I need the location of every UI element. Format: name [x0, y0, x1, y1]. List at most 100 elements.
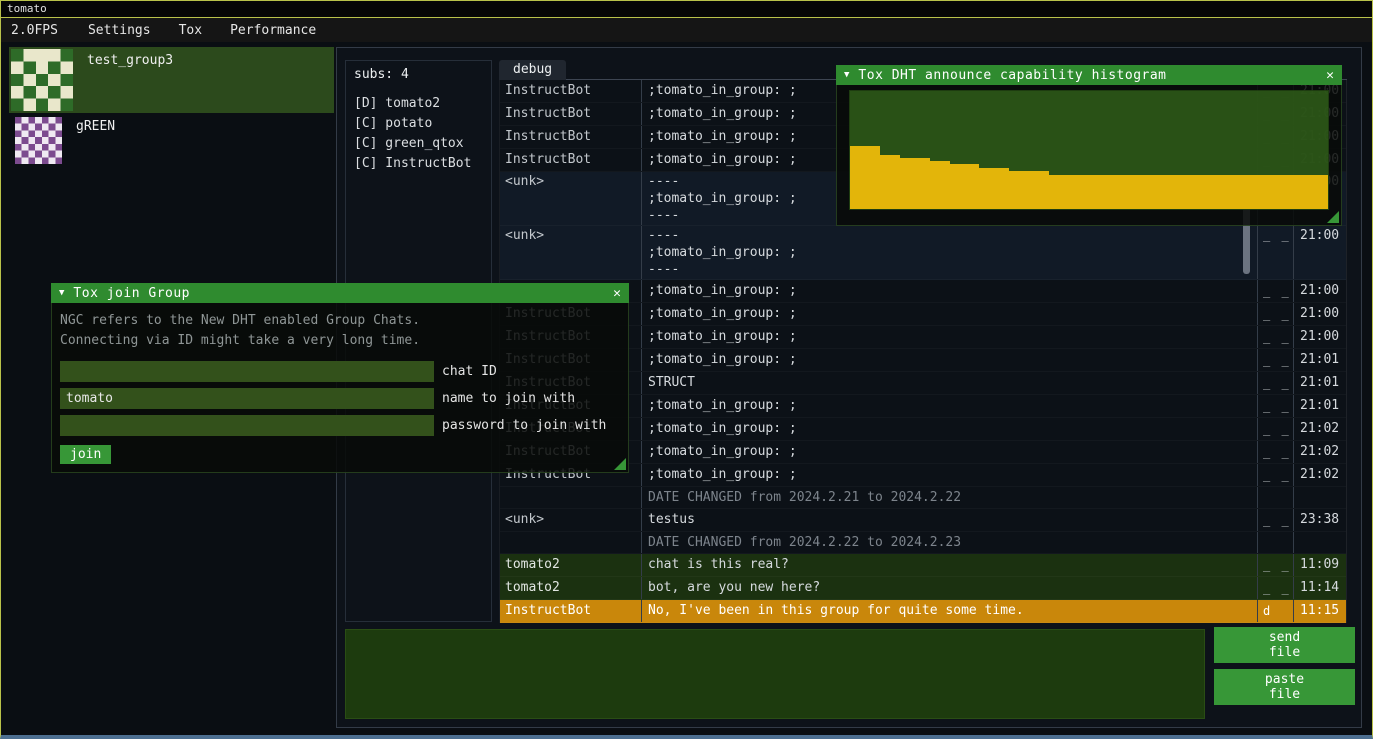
histogram-bar [1248, 175, 1258, 209]
histogram-bar [1139, 175, 1149, 209]
histogram-bar [1119, 175, 1129, 209]
chat-id-label: chat ID [442, 364, 497, 379]
histogram-bar [1019, 171, 1029, 209]
message-author: InstructBot [500, 149, 641, 171]
histogram-bar [979, 168, 989, 209]
histogram-window-body [836, 85, 1342, 226]
resize-grip[interactable] [614, 458, 626, 470]
member-item[interactable]: [D] tomato2 [354, 94, 483, 114]
histogram-bar [860, 146, 870, 209]
member-item[interactable]: [C] potato [354, 114, 483, 134]
menu-item-settings[interactable]: Settings [74, 23, 165, 38]
group-name-label: test_group3 [87, 53, 173, 68]
member-item[interactable]: [C] green_qtox [354, 134, 483, 154]
app-title: tomato [7, 2, 47, 15]
histogram-bar [989, 168, 999, 209]
histogram-bar [1258, 175, 1268, 209]
message-input[interactable] [345, 629, 1205, 719]
histogram-bar [1129, 175, 1139, 209]
join-name-input[interactable] [60, 388, 434, 409]
histogram-bar [1298, 175, 1308, 209]
join-password-input[interactable] [60, 415, 434, 436]
message-status: _ _ [1257, 226, 1293, 279]
collapse-icon[interactable]: ▼ [59, 288, 64, 298]
join-window-body: NGC refers to the New DHT enabled Group … [51, 303, 629, 473]
histogram-bar [1109, 175, 1119, 209]
info-text-line2: Connecting via ID might take a very long… [60, 331, 620, 351]
histogram-bar [969, 164, 979, 209]
histogram-bar [1288, 175, 1298, 209]
app-root: { "colors": { "window_border": "#b9c24a"… [0, 0, 1373, 739]
member-list: [D] tomato2[C] potato[C] green_qtox[C] I… [354, 94, 483, 174]
histogram-bar [1308, 175, 1318, 209]
message-author: <unk> [500, 226, 641, 279]
group-avatar [15, 117, 62, 164]
message-status: _ _ [1257, 372, 1293, 394]
tab-debug[interactable]: debug [499, 60, 566, 81]
message-time: 21:00 [1293, 280, 1346, 302]
histogram-bar [890, 155, 900, 209]
close-icon[interactable]: ✕ [1326, 68, 1334, 83]
collapse-icon[interactable]: ▼ [844, 70, 849, 80]
histogram-bar [1059, 175, 1069, 209]
message-author: <unk> [500, 172, 641, 225]
histogram-bar [1228, 175, 1238, 209]
chat-message-row[interactable]: tomato2chat is this real?_ _11:09 [500, 554, 1346, 577]
message-text: ;tomato_in_group: ; [641, 464, 1257, 486]
sidebar-item-green[interactable]: gREEN [9, 115, 334, 169]
histogram-window-titlebar[interactable]: ▼ Tox DHT announce capability histogram … [836, 65, 1342, 85]
histogram-bar [1278, 175, 1288, 209]
join-window-titlebar[interactable]: ▼ Tox join Group ✕ [51, 283, 629, 303]
histogram-bar [1208, 175, 1218, 209]
subs-count: subs: 4 [354, 67, 483, 82]
message-author [500, 532, 641, 553]
message-time: 21:00 [1293, 326, 1346, 348]
close-icon[interactable]: ✕ [613, 286, 621, 301]
message-status: _ _ [1257, 554, 1293, 576]
message-status [1257, 532, 1293, 553]
chat-id-input[interactable] [60, 361, 434, 382]
message-author: tomato2 [500, 554, 641, 576]
dht-histogram-window: ▼ Tox DHT announce capability histogram … [836, 65, 1342, 226]
histogram-bar [930, 161, 940, 209]
message-time: 21:02 [1293, 441, 1346, 463]
message-status: _ _ [1257, 418, 1293, 440]
message-time: 21:01 [1293, 349, 1346, 371]
send-file-button[interactable]: send file [1214, 627, 1355, 663]
message-author: InstructBot [500, 103, 641, 125]
histogram-bar [959, 164, 969, 209]
histogram-bar [1169, 175, 1179, 209]
menu-item-tox[interactable]: Tox [165, 23, 216, 38]
histogram-bar [1268, 175, 1278, 209]
member-item[interactable]: [C] InstructBot [354, 154, 483, 174]
menu-bar: 2.0FPS Settings Tox Performance [1, 18, 1372, 42]
histogram-bar [880, 155, 890, 209]
histogram-bar [1318, 175, 1328, 209]
message-text: ;tomato_in_group: ; [641, 303, 1257, 325]
message-time: 21:01 [1293, 372, 1346, 394]
info-text-line1: NGC refers to the New DHT enabled Group … [60, 311, 620, 331]
join-button[interactable]: join [60, 445, 111, 464]
message-author: tomato2 [500, 577, 641, 599]
sidebar-item-test-group3[interactable]: test_group3 [9, 47, 334, 113]
histogram-bar [1039, 171, 1049, 209]
group-avatar [11, 49, 73, 111]
paste-file-button[interactable]: paste file [1214, 669, 1355, 705]
join-password-label: password to join with [442, 418, 606, 433]
chat-message-row[interactable]: <unk>----;tomato_in_group: ;----_ _21:00 [500, 226, 1346, 280]
message-time: 21:00 [1293, 226, 1346, 279]
menu-item-performance[interactable]: Performance [216, 23, 330, 38]
date-separator-row: DATE CHANGED from 2024.2.22 to 2024.2.23 [500, 532, 1346, 554]
chat-message-row[interactable]: tomato2bot, are you new here?_ _11:14 [500, 577, 1346, 600]
chat-message-row[interactable]: InstructBotNo, I've been in this group f… [500, 600, 1346, 623]
chat-message-row[interactable]: <unk>testus_ _23:38 [500, 509, 1346, 532]
histogram-bar [999, 168, 1009, 209]
message-status: _ _ [1257, 349, 1293, 371]
join-name-label: name to join with [442, 391, 575, 406]
histogram-plot[interactable] [849, 90, 1329, 210]
histogram-bar [1089, 175, 1099, 209]
resize-grip[interactable] [1327, 211, 1339, 223]
histogram-bar [1178, 175, 1188, 209]
window-title: Tox DHT announce capability histogram [858, 68, 1166, 83]
titlebar[interactable]: tomato [1, 1, 1372, 18]
